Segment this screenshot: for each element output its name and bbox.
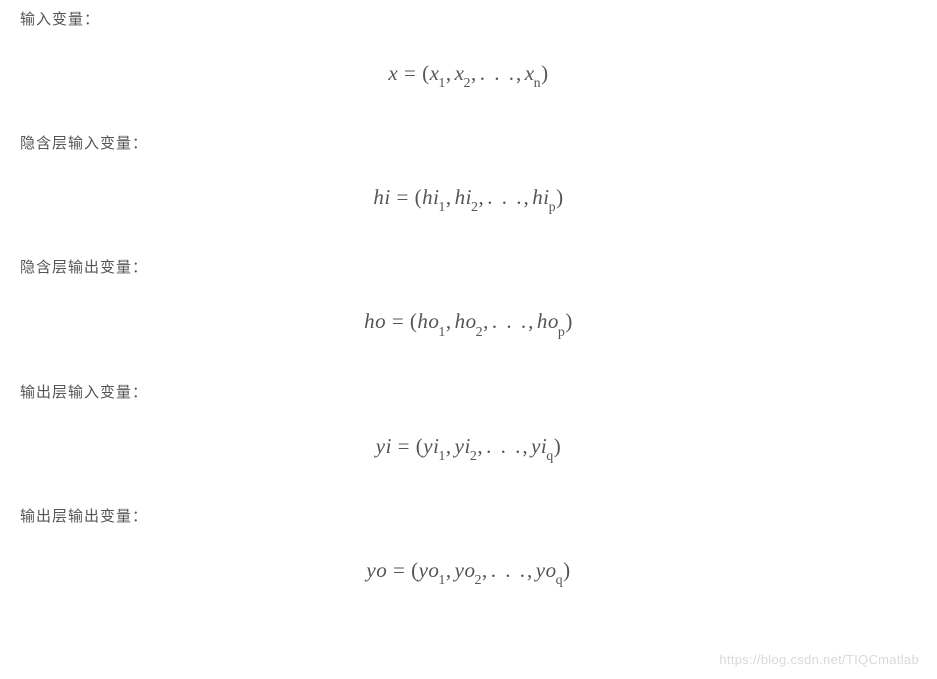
equation-input-variable: x = (x1,x2,. . .,xn) <box>20 61 917 90</box>
eq-comma: , <box>482 558 488 582</box>
equation-hidden-output: ho = (ho1,ho2,. . .,hop) <box>20 309 917 338</box>
eq-eq: = <box>392 434 416 458</box>
eq-eq: = <box>387 558 411 582</box>
eq-sub-n: n <box>534 76 542 91</box>
eq-elem: hi <box>455 185 472 209</box>
section-output-input: 输出层输入变量： yi = (yi1,yi2,. . .,yiq) <box>20 381 917 463</box>
section-input-variable: 输入变量： x = (x1,x2,. . .,xn) <box>20 8 917 90</box>
eq-comma: , <box>446 558 452 582</box>
eq-sub-1: 1 <box>438 325 446 340</box>
eq-sub-n: q <box>556 573 564 588</box>
eq-sub-n: q <box>546 449 554 464</box>
eq-sub-n: p <box>558 325 566 340</box>
eq-eq: = <box>391 185 415 209</box>
eq-comma: , <box>446 434 452 458</box>
equation-output-output: yo = (yo1,yo2,. . .,yoq) <box>20 558 917 587</box>
dots-icon: . . . <box>487 185 523 209</box>
eq-comma: , <box>516 61 522 85</box>
label-output-input: 输出层输入变量： <box>20 381 917 402</box>
rparen-icon: ) <box>541 61 549 85</box>
eq-comma: , <box>483 309 489 333</box>
lparen-icon: ( <box>422 61 430 85</box>
section-hidden-input: 隐含层输入变量： hi = (hi1,hi2,. . .,hip) <box>20 132 917 214</box>
eq-lhs: yi <box>376 434 392 458</box>
eq-comma: , <box>479 185 485 209</box>
eq-sub-n: p <box>549 200 557 215</box>
eq-sub-2: 2 <box>470 449 478 464</box>
equation-hidden-input: hi = (hi1,hi2,. . .,hip) <box>20 185 917 214</box>
section-hidden-output: 隐含层输出变量： ho = (ho1,ho2,. . .,hop) <box>20 256 917 338</box>
eq-elem: yo <box>536 558 557 582</box>
eq-sub-2: 2 <box>475 573 483 588</box>
eq-lhs: hi <box>373 185 390 209</box>
eq-elem: yi <box>455 434 471 458</box>
dots-icon: . . . <box>480 61 516 85</box>
eq-elem: ho <box>455 309 477 333</box>
label-input-variable: 输入变量： <box>20 8 917 29</box>
lparen-icon: ( <box>415 185 423 209</box>
eq-comma: , <box>471 61 477 85</box>
eq-elem: hi <box>532 185 549 209</box>
eq-comma: , <box>524 185 530 209</box>
watermark-text: https://blog.csdn.net/TIQCmatlab <box>719 652 919 667</box>
dots-icon: . . . <box>492 309 528 333</box>
eq-sub-2: 2 <box>476 325 484 340</box>
dots-icon: . . . <box>491 558 527 582</box>
eq-sub-1: 1 <box>438 449 446 464</box>
rparen-icon: ) <box>554 434 562 458</box>
eq-lhs: ho <box>364 309 386 333</box>
label-hidden-input: 隐含层输入变量： <box>20 132 917 153</box>
eq-elem: hi <box>422 185 439 209</box>
eq-eq: = <box>386 309 410 333</box>
eq-elem: yo <box>419 558 440 582</box>
eq-eq: = <box>398 61 422 85</box>
eq-comma: , <box>477 434 483 458</box>
eq-comma: , <box>446 61 452 85</box>
eq-comma: , <box>446 309 452 333</box>
eq-elem: yi <box>423 434 439 458</box>
eq-elem: ho <box>537 309 559 333</box>
section-output-output: 输出层输出变量： yo = (yo1,yo2,. . .,yoq) <box>20 505 917 587</box>
eq-sub-2: 2 <box>471 200 479 215</box>
eq-elem: yi <box>531 434 547 458</box>
dots-icon: . . . <box>486 434 522 458</box>
rparen-icon: ) <box>565 309 573 333</box>
equation-output-input: yi = (yi1,yi2,. . .,yiq) <box>20 434 917 463</box>
eq-sub-2: 2 <box>464 76 472 91</box>
eq-comma: , <box>446 185 452 209</box>
rparen-icon: ) <box>563 558 571 582</box>
eq-lhs: yo <box>366 558 387 582</box>
label-output-output: 输出层输出变量： <box>20 505 917 526</box>
eq-sub-1: 1 <box>438 76 446 91</box>
label-hidden-output: 隐含层输出变量： <box>20 256 917 277</box>
lparen-icon: ( <box>411 558 419 582</box>
eq-elem: ho <box>417 309 439 333</box>
eq-comma: , <box>528 309 534 333</box>
eq-sub-1: 1 <box>438 573 446 588</box>
eq-elem: yo <box>455 558 476 582</box>
eq-comma: , <box>522 434 528 458</box>
eq-sub-1: 1 <box>438 200 446 215</box>
eq-lhs: x <box>388 61 398 85</box>
eq-comma: , <box>527 558 533 582</box>
rparen-icon: ) <box>556 185 564 209</box>
